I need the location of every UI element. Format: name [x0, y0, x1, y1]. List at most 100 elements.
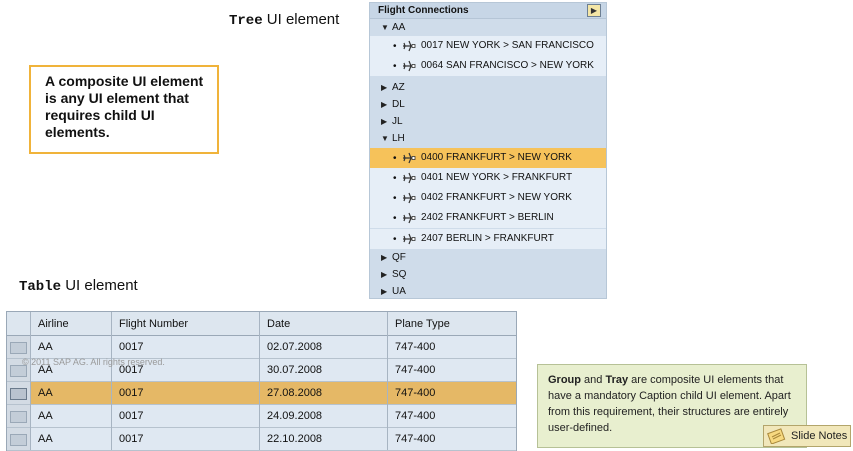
row-selector[interactable] [7, 428, 31, 450]
column-header-date[interactable]: Date [267, 318, 290, 330]
airplane-icon [403, 172, 416, 184]
tree-title: Flight Connections [378, 5, 469, 16]
cell-date: 24.09.2008 [267, 410, 323, 422]
copyright-text: © 2011 SAP AG. All rights reserved. [22, 357, 165, 367]
cell-flight-number: 0017 [119, 387, 144, 399]
row-selector[interactable] [7, 336, 31, 358]
tree-leaf-item[interactable]: • 0017 NEW YORK > SAN FRANCISCO [370, 36, 606, 56]
cell-plane-type: 747-400 [395, 410, 436, 422]
row-selector[interactable] [7, 382, 31, 404]
tree-leaf-label: 0402 FRANKFURT > NEW YORK [421, 192, 572, 203]
tree-caption-rest: UI element [266, 11, 340, 28]
cell-plane-type: 747-400 [395, 433, 436, 445]
airplane-icon [403, 152, 416, 164]
row-selector-button[interactable] [10, 388, 27, 400]
cell-airline: AA [38, 341, 53, 353]
table-row[interactable]: AA 0017 24.09.2008 747-400 [7, 405, 516, 428]
table-row[interactable]: AA 0017 22.10.2008 747-400 [7, 428, 516, 451]
note-text-1: and [581, 374, 606, 386]
column-header-flight-number[interactable]: Flight Number [119, 318, 188, 330]
tree-caption-mono: Tree [229, 13, 263, 29]
tree-leaf-item[interactable]: • 0064 SAN FRANCISCO > NEW YORK [370, 56, 606, 76]
tree-leaf-item[interactable]: • 2407 BERLIN > FRANKFURT [370, 229, 606, 249]
column-header-plane-type[interactable]: Plane Type [395, 318, 450, 330]
tree-node-label: LH [392, 133, 405, 144]
table-caption-rest: UI element [65, 277, 138, 294]
tree-leaf-item[interactable]: • 2402 FRANKFURT > BERLIN [370, 208, 606, 228]
collapsed-triangle-icon[interactable]: ▶ [381, 287, 387, 296]
tree-leaf-label: 0400 FRANKFURT > NEW YORK [421, 152, 572, 163]
slide-notes-button[interactable]: Slide Notes [763, 425, 851, 447]
collapsed-triangle-icon[interactable]: ▶ [381, 83, 387, 92]
cell-date: 27.08.2008 [267, 387, 323, 399]
cell-plane-type: 747-400 [395, 387, 436, 399]
column-header-airline[interactable]: Airline [38, 318, 69, 330]
bullet-icon: • [393, 193, 397, 204]
cell-flight-number: 0017 [119, 341, 144, 353]
collapsed-triangle-icon[interactable]: ▶ [381, 100, 387, 109]
collapsed-triangle-icon[interactable]: ▶ [381, 253, 387, 262]
pin-icon[interactable]: ▶ [587, 4, 601, 17]
tree-caption: Tree UI element [229, 11, 339, 29]
airplane-icon [403, 40, 416, 52]
tree-node-label: AZ [392, 82, 405, 93]
bullet-icon: • [393, 213, 397, 224]
cell-plane-type: 747-400 [395, 364, 436, 376]
collapsed-triangle-icon[interactable]: ▶ [381, 270, 387, 279]
composite-definition-callout: A composite UI element is any UI element… [29, 65, 219, 154]
tree-node-label: DL [392, 99, 405, 110]
cell-flight-number: 0017 [119, 433, 144, 445]
collapsed-triangle-icon[interactable]: ▶ [381, 117, 387, 126]
airplane-icon [403, 192, 416, 204]
tree-leaf-item[interactable]: • 0400 FRANKFURT > NEW YORK [370, 148, 606, 168]
table-row[interactable]: AA 0017 02.07.2008 747-400 [7, 336, 516, 359]
tree-leaf-label: 2402 FRANKFURT > BERLIN [421, 212, 554, 223]
tree-node-aa[interactable]: ▼ AA [370, 19, 606, 36]
tree-node-label: SQ [392, 269, 407, 280]
tree-node-label: AA [392, 22, 406, 33]
bullet-icon: • [393, 61, 397, 72]
tree-node-lh[interactable]: ▼ LH [370, 130, 606, 147]
flight-connections-tree: Flight Connections ▶ ▼ AA • 0017 NEW YORK >… [369, 2, 607, 299]
tree-node-label: QF [392, 252, 406, 263]
tree-node-jl[interactable]: ▶ JL [370, 113, 606, 130]
row-selector[interactable] [7, 405, 31, 427]
airplane-icon [403, 233, 416, 245]
tree-node-label: UA [392, 286, 406, 297]
cell-airline: AA [38, 387, 53, 399]
cell-plane-type: 747-400 [395, 341, 436, 353]
notes-icon [767, 428, 786, 444]
tree-leaf-item[interactable]: • 0401 NEW YORK > FRANKFURT [370, 168, 606, 188]
tree-node-sq[interactable]: ▶ SQ [370, 266, 606, 283]
cell-date: 22.10.2008 [267, 433, 323, 445]
flights-table: Airline Flight Number Date Plane Type AA… [6, 311, 517, 451]
tree-leaf-label: 0017 NEW YORK > SAN FRANCISCO [421, 40, 594, 51]
cell-airline: AA [38, 410, 53, 422]
row-selector-button[interactable] [10, 342, 27, 354]
tree-leaf-item[interactable]: • 0402 FRANKFURT > NEW YORK [370, 188, 606, 208]
table-row[interactable]: AA 0017 27.08.2008 747-400 [7, 382, 516, 405]
airplane-icon [403, 212, 416, 224]
cell-date: 30.07.2008 [267, 364, 323, 376]
note-bold-tray: Tray [605, 374, 629, 386]
tree-node-az[interactable]: ▶ AZ [370, 79, 606, 96]
column-divider [30, 312, 31, 450]
tree-leaf-label: 0401 NEW YORK > FRANKFURT [421, 172, 573, 183]
table-header-row: Airline Flight Number Date Plane Type [7, 312, 516, 336]
expanded-triangle-icon[interactable]: ▼ [381, 23, 389, 32]
tree-node-ua[interactable]: ▶ UA [370, 283, 606, 300]
callout-text: A composite UI element is any UI element… [45, 73, 204, 140]
tree-node-label: JL [392, 116, 403, 127]
slide-notes-label: Slide Notes [791, 430, 848, 442]
tree-node-dl[interactable]: ▶ DL [370, 96, 606, 113]
tree-header: Flight Connections ▶ [370, 3, 606, 19]
bullet-icon: • [393, 173, 397, 184]
row-selector-button[interactable] [10, 411, 27, 423]
tree-leaf-label: 2407 BERLIN > FRANKFURT [421, 233, 554, 244]
cell-airline: AA [38, 433, 53, 445]
note-bold-group: Group [548, 374, 581, 386]
expanded-triangle-icon[interactable]: ▼ [381, 134, 389, 143]
row-selector-button[interactable] [10, 434, 27, 446]
table-caption-mono: Table [19, 279, 62, 295]
tree-node-qf[interactable]: ▶ QF [370, 249, 606, 266]
